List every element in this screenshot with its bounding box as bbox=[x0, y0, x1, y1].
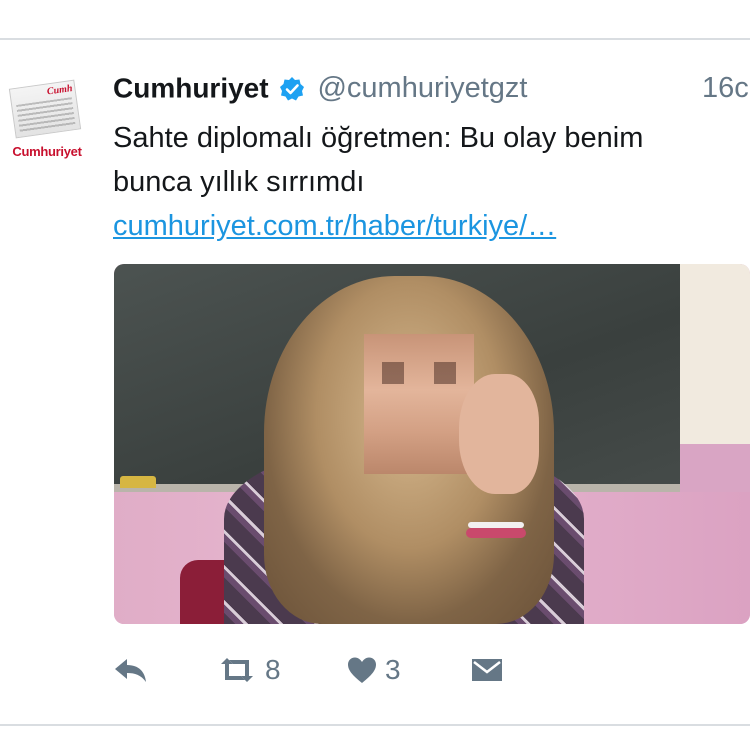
verified-badge-icon bbox=[279, 76, 305, 102]
avatar[interactable]: Cumh Cumhuriyet bbox=[6, 79, 88, 162]
tweet-text-line: Sahte diplomalı öğretmen: Bu olay benim bbox=[113, 122, 644, 154]
reply-button[interactable] bbox=[113, 650, 149, 690]
tweet-actions: 8 3 bbox=[113, 650, 533, 690]
retweet-count: 8 bbox=[265, 654, 281, 685]
like-button[interactable]: 3 bbox=[347, 650, 401, 690]
tweet-photo[interactable] bbox=[114, 264, 750, 624]
person-hand bbox=[459, 374, 539, 494]
article-link[interactable]: cumhuriyet.com.tr/haber/turkiye/… bbox=[113, 210, 556, 242]
direct-message-button[interactable] bbox=[471, 650, 503, 690]
avatar-brand-text: Cumhuriyet bbox=[12, 144, 82, 159]
like-count: 3 bbox=[385, 654, 401, 685]
envelope-icon bbox=[471, 657, 503, 683]
heart-icon bbox=[347, 656, 377, 684]
top-divider bbox=[0, 38, 750, 40]
tweet-header: Cumhuriyet @cumhuriyetgzt bbox=[113, 72, 527, 112]
blurred-face bbox=[364, 334, 474, 474]
timestamp[interactable]: 16c bbox=[702, 72, 749, 105]
tweet-text: Sahte diplomalı öğretmen: Bu olay benim … bbox=[113, 116, 743, 248]
eraser bbox=[120, 476, 156, 488]
avatar-masthead: Cumh bbox=[46, 83, 74, 98]
bracelet bbox=[466, 528, 526, 538]
display-name[interactable]: Cumhuriyet bbox=[113, 73, 269, 104]
tweet-text-line: bunca yıllık sırrımdı bbox=[113, 166, 365, 198]
user-handle[interactable]: @cumhuriyetgzt bbox=[317, 72, 527, 104]
newspaper-logo-icon: Cumh bbox=[8, 79, 82, 139]
bottom-divider bbox=[0, 724, 750, 726]
retweet-button[interactable]: 8 bbox=[217, 650, 281, 690]
reply-icon bbox=[113, 655, 149, 685]
retweet-icon bbox=[217, 655, 257, 685]
